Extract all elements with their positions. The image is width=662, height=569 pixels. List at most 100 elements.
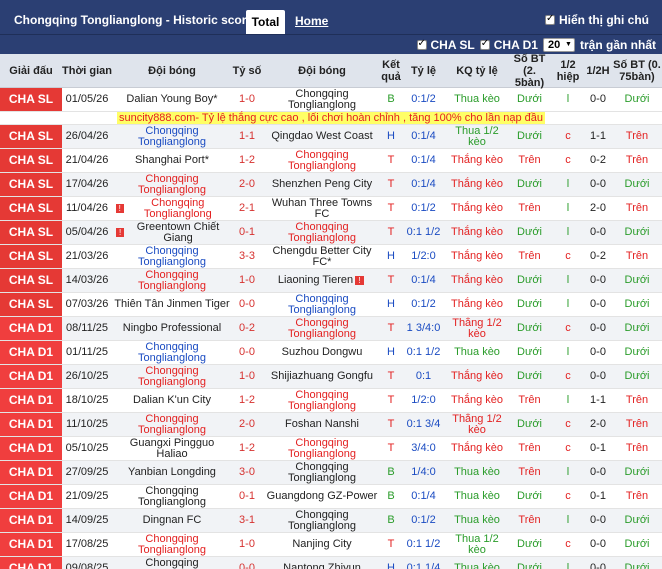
- away-team[interactable]: Wuhan Three Towns FC: [262, 197, 382, 220]
- match-score[interactable]: 1-2: [232, 389, 262, 412]
- match-score[interactable]: 1-0: [232, 88, 262, 111]
- away-team[interactable]: Chongqing Tonglianglong: [262, 389, 382, 412]
- league-badge[interactable]: CHA D1: [0, 533, 62, 556]
- match-score[interactable]: 3-1: [232, 509, 262, 532]
- away-team[interactable]: Chongqing Tonglianglong: [262, 461, 382, 484]
- match-score[interactable]: 3-3: [232, 245, 262, 268]
- home-team-name: Guangxi Pingguo Haliao: [129, 437, 215, 460]
- match-score[interactable]: 0-1: [232, 221, 262, 244]
- match-score[interactable]: 2-0: [232, 413, 262, 436]
- away-team[interactable]: Shijiazhuang Gongfu: [262, 365, 382, 388]
- home-team[interactable]: Dalian Young Boy*: [112, 88, 232, 111]
- match-score[interactable]: 1-2: [232, 149, 262, 172]
- home-team[interactable]: Chongqing Tonglianglong: [112, 245, 232, 268]
- home-team[interactable]: Chongqing Tonglianglong: [112, 413, 232, 436]
- away-team[interactable]: Guangdong GZ-Power: [262, 485, 382, 508]
- league-badge[interactable]: CHA D1: [0, 485, 62, 508]
- checkbox-icon[interactable]: [416, 38, 427, 50]
- match-count-select[interactable]: 20 ▼: [542, 37, 575, 52]
- home-team[interactable]: Chongqing Tonglianglong: [112, 173, 232, 196]
- away-team[interactable]: Chongqing Tonglianglong: [262, 149, 382, 172]
- league-badge[interactable]: CHA SL: [0, 269, 62, 292]
- tab-total[interactable]: Total: [246, 10, 285, 34]
- away-team[interactable]: Foshan Nanshi: [262, 413, 382, 436]
- tab-home[interactable]: Home: [295, 14, 328, 28]
- match-score[interactable]: 1-2: [232, 437, 262, 460]
- home-team[interactable]: Guangxi Pingguo Haliao: [112, 437, 232, 460]
- match-score[interactable]: 0-0: [232, 293, 262, 316]
- match-score[interactable]: 0-0: [232, 557, 262, 569]
- match-score[interactable]: 1-0: [232, 365, 262, 388]
- match-score[interactable]: 2-0: [232, 173, 262, 196]
- league-badge[interactable]: CHA D1: [0, 365, 62, 388]
- match-score[interactable]: 1-0: [232, 269, 262, 292]
- ad-text[interactable]: suncity888.com- Tỷ lệ thắng cực cao , lố…: [116, 112, 546, 124]
- away-team[interactable]: Chengdu Better City FC*: [262, 245, 382, 268]
- league-badge[interactable]: CHA SL: [0, 245, 62, 268]
- away-team[interactable]: Chongqing Tonglianglong: [262, 509, 382, 532]
- home-team[interactable]: Yanbian Longding: [112, 461, 232, 484]
- league-badge[interactable]: CHA D1: [0, 461, 62, 484]
- away-team[interactable]: Chongqing Tonglianglong: [262, 437, 382, 460]
- home-team-name: Greentown Chiết Giang: [136, 221, 220, 244]
- half-parity: c: [565, 442, 571, 454]
- home-team[interactable]: Thiên Tân Jinmen Tiger: [112, 293, 232, 316]
- home-team[interactable]: Chongqing Tonglianglong: [112, 557, 232, 569]
- home-team[interactable]: Chongqing Tonglianglong: [112, 125, 232, 148]
- league-badge[interactable]: CHA SL: [0, 197, 62, 220]
- league-badge[interactable]: CHA D1: [0, 557, 62, 569]
- home-team[interactable]: Chongqing Tonglianglong: [112, 269, 232, 292]
- league-badge[interactable]: CHA D1: [0, 509, 62, 532]
- ad-banner[interactable]: suncity888.com- Tỷ lệ thắng cực cao , lố…: [0, 112, 662, 125]
- league-badge[interactable]: CHA D1: [0, 413, 62, 436]
- home-team[interactable]: ! Greentown Chiết Giang: [112, 221, 232, 244]
- home-team[interactable]: ! Chongqing Tonglianglong: [112, 197, 232, 220]
- home-team[interactable]: Chongqing Tonglianglong: [112, 485, 232, 508]
- away-team[interactable]: Chongqing Tonglianglong: [262, 293, 382, 316]
- league-badge[interactable]: CHA D1: [0, 389, 62, 412]
- match-score[interactable]: 2-1: [232, 197, 262, 220]
- col-away: Đội bóng: [298, 64, 346, 77]
- filter-cha-d1[interactable]: CHA D1: [479, 38, 538, 52]
- away-team[interactable]: Chongqing Tonglianglong: [262, 88, 382, 111]
- away-team[interactable]: Qingdao West Coast: [262, 125, 382, 148]
- league-badge[interactable]: CHA SL: [0, 221, 62, 244]
- show-notes-toggle[interactable]: Hiển thị ghi chú: [545, 13, 649, 27]
- match-score[interactable]: 1-1: [232, 125, 262, 148]
- away-team[interactable]: Nantong Zhiyun: [262, 557, 382, 569]
- checkbox-icon[interactable]: [479, 38, 490, 50]
- league-badge[interactable]: CHA SL: [0, 293, 62, 316]
- away-team[interactable]: Suzhou Dongwu: [262, 341, 382, 364]
- home-team[interactable]: Shanghai Port*: [112, 149, 232, 172]
- league-badge[interactable]: CHA SL: [0, 125, 62, 148]
- league-badge[interactable]: CHA SL: [0, 88, 62, 111]
- league-badge[interactable]: CHA D1: [0, 317, 62, 340]
- match-score[interactable]: 3-0: [232, 461, 262, 484]
- league-badge[interactable]: CHA D1: [0, 341, 62, 364]
- match-score[interactable]: 0-1: [232, 485, 262, 508]
- home-team[interactable]: Chongqing Tonglianglong: [112, 341, 232, 364]
- home-team[interactable]: Chongqing Tonglianglong: [112, 365, 232, 388]
- away-team[interactable]: Liaoning Tieren!: [262, 269, 382, 292]
- away-team[interactable]: Shenzhen Peng City: [262, 173, 382, 196]
- home-team[interactable]: Ningbo Professional: [112, 317, 232, 340]
- league-badge[interactable]: CHA SL: [0, 149, 62, 172]
- match-score[interactable]: 0-0: [232, 341, 262, 364]
- home-team[interactable]: Dalian K'un City: [112, 389, 232, 412]
- col-league: Giải đấu: [9, 64, 53, 77]
- goals-over-under: Dưới: [517, 562, 542, 569]
- away-team[interactable]: Chongqing Tonglianglong: [262, 317, 382, 340]
- checkbox-icon[interactable]: [545, 13, 555, 25]
- away-team[interactable]: Nanjing City: [262, 533, 382, 556]
- half-score: 0-1: [590, 442, 606, 454]
- home-team[interactable]: Chongqing Tonglianglong: [112, 533, 232, 556]
- match-score[interactable]: 0-2: [232, 317, 262, 340]
- goals-over-under: Dưới: [517, 538, 542, 550]
- match-score[interactable]: 1-0: [232, 533, 262, 556]
- table-row: CHA SL 05/04/26! Greentown Chiết Giang 0-1 C…: [0, 221, 662, 245]
- filter-cha-sl[interactable]: CHA SL: [416, 38, 475, 52]
- league-badge[interactable]: CHA SL: [0, 173, 62, 196]
- league-badge[interactable]: CHA D1: [0, 437, 62, 460]
- home-team[interactable]: Dingnan FC: [112, 509, 232, 532]
- away-team[interactable]: Chongqing Tonglianglong: [262, 221, 382, 244]
